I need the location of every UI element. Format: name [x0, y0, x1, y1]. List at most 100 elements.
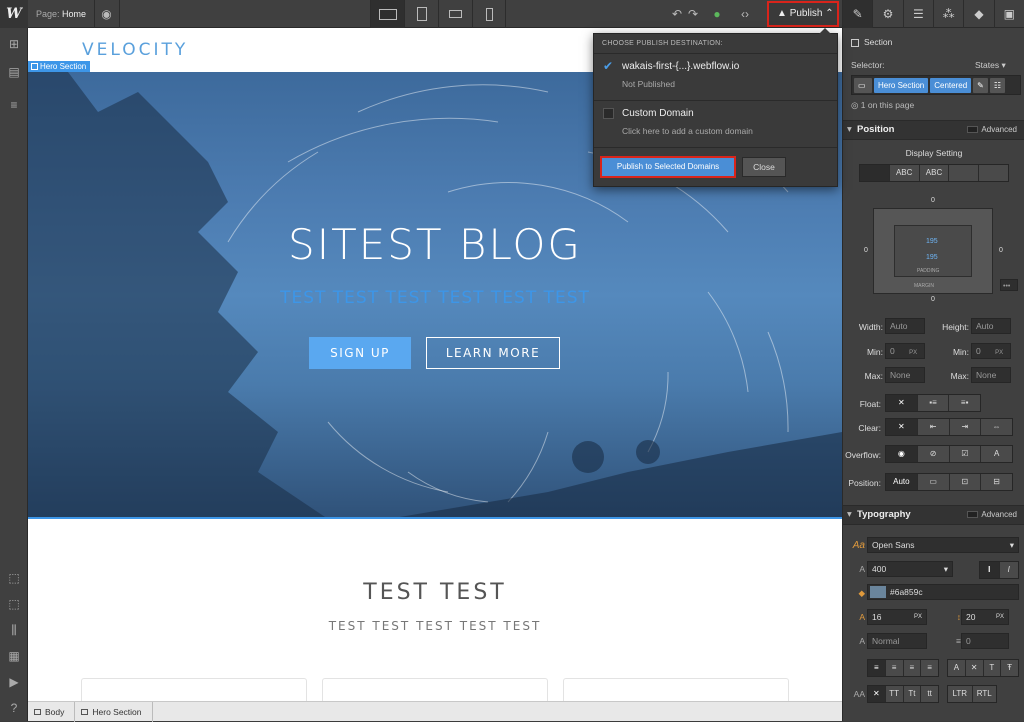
clear-left-icon[interactable]: ⇤	[917, 419, 950, 435]
typography-section-header[interactable]: Typography Advanced	[843, 505, 1024, 525]
style-brush-icon[interactable]: ✎	[842, 0, 873, 28]
min-width-input[interactable]: 0 PX	[885, 343, 925, 359]
hero-title[interactable]: SITEST BLOG	[28, 220, 842, 269]
align-justify-icon[interactable]: ≡	[921, 660, 938, 676]
class-menu-icon[interactable]: ☷	[989, 78, 1006, 93]
settings-gear-icon[interactable]: ⚙	[872, 0, 902, 28]
webflow-domain-option[interactable]: ✔ wakais-first-{...}.webflow.io Not Publ…	[594, 54, 837, 101]
redo-icon[interactable]: ↷	[680, 0, 706, 28]
tablet-view-icon[interactable]	[404, 0, 438, 28]
position-fixed-icon[interactable]: ⊟	[981, 474, 1012, 490]
code-export-icon[interactable]: ‹›	[732, 0, 758, 28]
margin-right-value[interactable]: 0	[999, 247, 1003, 254]
preview-eye-icon[interactable]: ◉	[94, 0, 120, 28]
class-tag-hero-section[interactable]: Hero Section	[874, 78, 929, 93]
color-input[interactable]: #6a859c	[867, 584, 1019, 600]
clear-both-icon[interactable]: ⇔	[981, 419, 1012, 435]
save-status-check-icon[interactable]: ●	[704, 0, 730, 28]
add-element-icon[interactable]: ⊞	[7, 37, 21, 51]
transform-none-icon[interactable]: ✕	[868, 686, 886, 702]
breadcrumb-body[interactable]: Body	[28, 701, 76, 722]
position-relative-icon[interactable]: ▭	[917, 474, 950, 490]
hero-subtitle[interactable]: TEST TEST TEST TEST TEST TEST	[28, 288, 842, 308]
clear-none-icon[interactable]: ✕	[886, 419, 918, 435]
align-right-icon[interactable]: ≡	[903, 660, 922, 676]
box-model-editor[interactable]: 195 195 PADDING MARGIN	[873, 208, 993, 294]
states-dropdown[interactable]: States ▾	[975, 60, 1024, 71]
pages-icon[interactable]: ▤	[7, 65, 21, 79]
padding-top-value[interactable]: 195	[926, 238, 938, 245]
publish-selected-button[interactable]: Publish to Selected Domains	[600, 156, 736, 178]
margin-top-value[interactable]: 0	[931, 197, 935, 204]
learn-more-button[interactable]: LEARN MORE	[426, 337, 560, 369]
max-height-input[interactable]: None	[971, 367, 1011, 383]
edit-class-icon[interactable]: ✎	[973, 78, 988, 93]
align-center-icon[interactable]: ≡	[885, 660, 904, 676]
video-tutorial-icon[interactable]: ▶	[7, 675, 21, 689]
font-weight-select[interactable]: 400 ▾	[867, 561, 953, 577]
class-tag-centered[interactable]: Centered	[930, 78, 972, 93]
text-indent-input[interactable]: 0	[961, 633, 1009, 649]
advanced-toggle[interactable]: Advanced	[967, 121, 1017, 139]
float-left-icon[interactable]: ▪≡	[917, 395, 950, 411]
strikethrough-icon[interactable]: Ŧ	[1001, 660, 1018, 676]
advanced-toggle[interactable]: Advanced	[967, 506, 1017, 524]
custom-domain-checkbox[interactable]	[603, 108, 614, 119]
select-cursor-icon[interactable]: ⬚	[7, 571, 21, 585]
breadcrumb-hero-section[interactable]: Hero Section	[75, 701, 153, 722]
help-icon[interactable]: ?	[7, 701, 21, 715]
padding-bottom-value[interactable]: 195	[926, 254, 938, 261]
ltr-icon[interactable]: LTR	[948, 686, 973, 702]
letter-spacing-input[interactable]: Normal	[867, 633, 927, 649]
preview-toggle-icon[interactable]: ⬚	[7, 597, 21, 611]
lowercase-button[interactable]: tt	[921, 686, 938, 702]
decoration-none-icon[interactable]: ✕	[965, 660, 984, 676]
capitalize-button[interactable]: Tt	[903, 686, 922, 702]
font-size-input[interactable]: 16 PX	[867, 609, 927, 625]
content-card[interactable]	[563, 678, 789, 701]
float-none-icon[interactable]: ✕	[886, 395, 918, 411]
padding-box[interactable]: 195 195 PADDING	[894, 225, 972, 277]
float-right-icon[interactable]: ≡▪	[949, 395, 981, 411]
underline-icon[interactable]: T	[983, 660, 1002, 676]
page-selector[interactable]: Page: Home	[28, 0, 96, 28]
section-subtitle[interactable]: TEST TEST TEST TEST TEST	[28, 619, 842, 633]
custom-domain-option[interactable]: Custom Domain Click here to add a custom…	[594, 101, 837, 148]
font-style-normal-icon[interactable]: I	[980, 562, 1000, 578]
position-absolute-icon[interactable]: ⊡	[949, 474, 982, 490]
display-none-button[interactable]	[979, 165, 1008, 181]
position-auto-button[interactable]: Auto	[886, 474, 918, 490]
desktop-view-icon[interactable]	[370, 0, 404, 28]
interactions-icon[interactable]: ⁂	[932, 0, 963, 28]
font-style-italic-icon[interactable]: I	[999, 562, 1018, 578]
width-input[interactable]: Auto	[885, 318, 925, 334]
publish-button[interactable]: ▲ Publish ⌃	[767, 1, 839, 27]
content-card[interactable]	[322, 678, 548, 701]
display-block-button[interactable]	[860, 165, 890, 181]
overflow-visible-icon[interactable]: ◉	[886, 446, 918, 462]
layout-icon[interactable]: ▦	[7, 649, 21, 663]
webflow-logo[interactable]: W	[0, 0, 28, 28]
content-card[interactable]	[81, 678, 307, 701]
assets-image-icon[interactable]: ▣	[993, 0, 1024, 28]
display-inline-block-button[interactable]: ABC	[889, 165, 920, 181]
close-button[interactable]: Close	[742, 157, 786, 177]
symbols-box-icon[interactable]: ◆	[963, 0, 993, 28]
overflow-auto-icon[interactable]: A	[981, 446, 1012, 462]
mobile-portrait-icon[interactable]	[472, 0, 506, 28]
signup-button[interactable]: SIGN UP	[309, 337, 411, 369]
color-swatch[interactable]	[870, 586, 886, 598]
font-family-select[interactable]: Open Sans ▾	[867, 537, 1019, 553]
clear-right-icon[interactable]: ⇥	[949, 419, 982, 435]
overflow-hidden-icon[interactable]: ⊘	[917, 446, 950, 462]
position-section-header[interactable]: Position Advanced	[843, 120, 1024, 140]
display-flex-button[interactable]	[949, 165, 980, 181]
mobile-landscape-icon[interactable]	[438, 0, 472, 28]
margin-bottom-value[interactable]: 0	[931, 296, 935, 303]
decoration-icon[interactable]: A	[948, 660, 966, 676]
rtl-icon[interactable]: RTL	[972, 686, 996, 702]
cms-database-icon[interactable]: ≡	[7, 98, 21, 112]
brand-logo[interactable]: VELOCITY	[82, 40, 188, 60]
align-left-icon[interactable]: ≡	[868, 660, 886, 676]
more-spacing-button[interactable]: •••	[1000, 279, 1018, 291]
